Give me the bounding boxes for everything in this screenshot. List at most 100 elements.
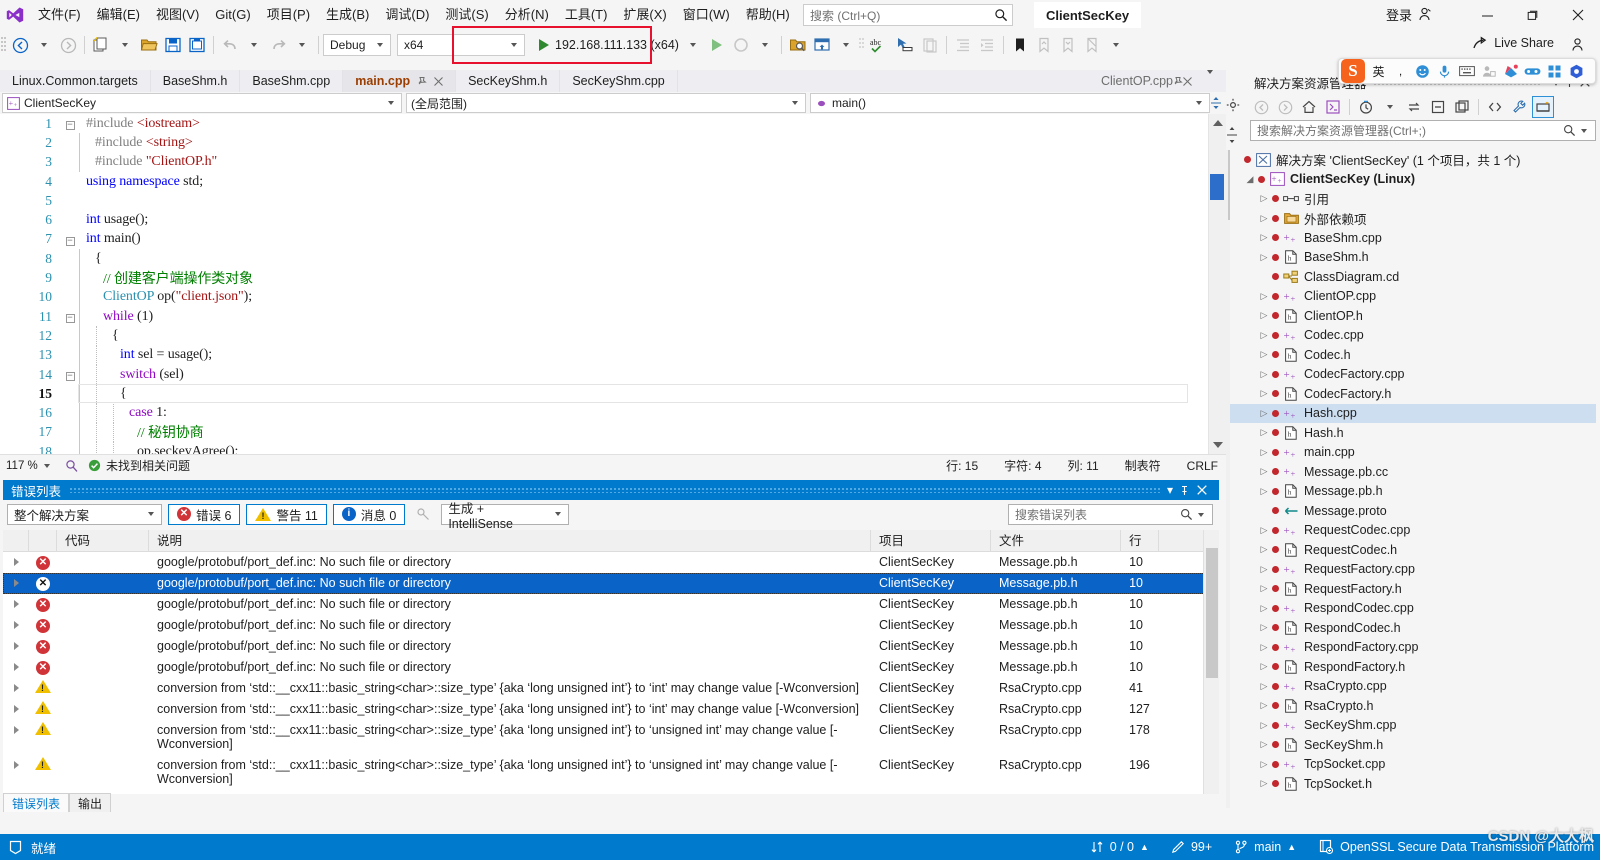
header-file[interactable]: 文件 [991, 529, 1121, 552]
error-list-row[interactable]: conversion from ‘std::__cxx11::basic_str… [3, 755, 1219, 790]
error-list-dropdown-icon[interactable]: ▾ [1161, 483, 1179, 497]
tree-node[interactable]: ▷ + + TcpSocket.cpp [1230, 755, 1596, 775]
settings-gear-icon[interactable] [1226, 98, 1246, 112]
se-back-icon[interactable] [1250, 96, 1272, 118]
ime-punctuation-icon[interactable]: , [1392, 63, 1409, 80]
ime-voice-input-icon[interactable] [1436, 63, 1453, 80]
tree-node[interactable]: ▷ + + main.cpp [1230, 443, 1596, 463]
increase-indent-button[interactable] [975, 33, 999, 57]
toolbar-overflow-button[interactable] [1104, 33, 1128, 57]
tree-node[interactable]: ▷ + + Message.pb.cc [1230, 462, 1596, 482]
navbar-project-combo[interactable]: + + ClientSecKey [2, 93, 402, 113]
pin-tab-icon[interactable] [417, 76, 427, 86]
tree-node[interactable]: ▷ h RequestCodec.h [1230, 540, 1596, 560]
toolbar-grip[interactable] [0, 35, 8, 55]
tree-expander-icon[interactable]: ▷ [1258, 291, 1270, 302]
tree-expander-icon[interactable]: ◢ [1244, 174, 1256, 185]
spell-check-button[interactable]: abc [866, 33, 892, 57]
code-editor[interactable]: 1− #include <iostream> 2 #include <string> 3… [0, 114, 1226, 454]
navigate-back-button[interactable] [8, 33, 32, 57]
se-preview-selected-items-icon[interactable] [1532, 96, 1554, 118]
dock-tab-output[interactable]: 输出 [69, 793, 112, 812]
row-expander[interactable] [3, 755, 29, 775]
new-project-dropdown[interactable] [113, 33, 137, 57]
pin-tab-icon[interactable] [1173, 76, 1183, 86]
navbar-scope-combo[interactable]: (全局范围) [406, 93, 806, 113]
tree-expander-icon[interactable]: ▷ [1258, 213, 1270, 224]
error-list-row[interactable]: ✕ google/protobuf/port_def.inc: No such f… [3, 615, 1219, 636]
fold-collapse-icon[interactable]: − [62, 368, 78, 381]
header-line[interactable]: 行 [1121, 529, 1159, 552]
se-pending-dropdown-icon[interactable] [1379, 96, 1401, 118]
sign-in-button[interactable]: 登录 [1386, 5, 1432, 24]
undo-button[interactable] [218, 33, 242, 57]
close-tab-icon[interactable] [1183, 76, 1192, 86]
header-project[interactable]: 项目 [871, 529, 991, 552]
issues-indicator[interactable]: 未找到相关问题 [88, 457, 190, 474]
solution-configuration-combo[interactable]: Debug [323, 34, 391, 56]
save-button[interactable] [161, 33, 185, 57]
quick-actions-button[interactable] [892, 33, 918, 57]
ime-tools-icon[interactable] [1524, 63, 1541, 80]
header-code[interactable]: 代码 [57, 529, 149, 552]
ime-emoji-icon[interactable] [1414, 63, 1431, 80]
code-line[interactable]: 11− while (1) [0, 307, 1208, 327]
code-line[interactable]: 12 { [0, 326, 1208, 346]
navbar-member-combo[interactable]: main() [810, 93, 1210, 113]
tree-node[interactable]: ▷ h ClientOP.h [1230, 306, 1596, 326]
tab-baseshm-h[interactable]: BaseShm.h [151, 70, 241, 92]
code-line[interactable]: 13 int sel = usage(); [0, 345, 1208, 365]
tree-expander-icon[interactable]: ▷ [1258, 466, 1270, 477]
tab-linux-common-targets[interactable]: Linux.Common.targets [0, 70, 151, 92]
se-properties-icon[interactable] [1508, 96, 1530, 118]
tree-node[interactable]: ▷ h CodecFactory.h [1230, 384, 1596, 404]
filter-settings-icon[interactable] [411, 507, 435, 522]
decrease-indent-button[interactable] [951, 33, 975, 57]
tree-node[interactable]: ▷ 外部依赖项 [1230, 209, 1596, 229]
error-list-row[interactable]: ✕ google/protobuf/port_def.inc: No such f… [3, 594, 1219, 615]
sogou-logo-icon[interactable]: S [1341, 59, 1365, 83]
branch-selector-button[interactable]: main ▲ [1234, 840, 1296, 854]
error-list-row[interactable]: ✕ google/protobuf/port_def.inc: No such f… [3, 552, 1219, 573]
tree-node[interactable]: ▷ + + RequestCodec.cpp [1230, 521, 1596, 541]
tree-expander-icon[interactable]: ▷ [1258, 427, 1270, 438]
code-line[interactable]: 6 int usage(); [0, 210, 1208, 229]
start-debug-button[interactable]: 192.168.111.133 (x64) [535, 33, 705, 57]
navigate-back-dropdown[interactable] [32, 33, 56, 57]
tree-node[interactable]: ▷ h RsaCrypto.h [1230, 696, 1596, 716]
title-drag-dots[interactable] [69, 487, 1161, 493]
build-intellisense-combo[interactable]: 生成 + IntelliSense [441, 502, 570, 531]
code-line[interactable]: 17 // 秘钥协商 [0, 422, 1208, 443]
tree-expander-icon[interactable]: ▷ [1258, 408, 1270, 419]
se-forward-icon[interactable] [1274, 96, 1296, 118]
tree-node[interactable]: ▷ h BaseShm.h [1230, 248, 1596, 268]
tree-node[interactable]: ◢ + + ClientSecKey (Linux) [1230, 170, 1596, 190]
menu-item-file[interactable]: 文件(F) [30, 0, 89, 30]
row-expander[interactable] [3, 573, 29, 593]
code-line[interactable]: 1− #include <iostream> [0, 114, 1208, 133]
error-list-row[interactable]: ✕ google/protobuf/port_def.inc: No such f… [3, 636, 1219, 657]
tree-node[interactable]: ▷ h TcpSocket.h [1230, 774, 1596, 794]
open-file-button[interactable] [137, 33, 161, 57]
se-view-code-icon[interactable] [1484, 96, 1506, 118]
tree-expander-icon[interactable]: ▷ [1258, 564, 1270, 575]
se-pending-changes-icon[interactable] [1355, 96, 1377, 118]
row-expander[interactable] [3, 678, 29, 698]
error-list-rows[interactable]: ✕ google/protobuf/port_def.inc: No such f… [3, 552, 1219, 790]
menu-item-extensions[interactable]: 扩展(X) [615, 0, 674, 30]
code-line[interactable]: 14− switch (sel) [0, 365, 1208, 385]
scroll-down-arrow-icon[interactable] [1213, 442, 1223, 448]
undo-dropdown[interactable] [242, 33, 266, 57]
source-control-sync-button[interactable]: 0 / 0 ▲ [1090, 840, 1149, 854]
attach-process-button[interactable] [729, 33, 753, 57]
menu-item-view[interactable]: 视图(V) [148, 0, 207, 30]
tree-node[interactable]: ▷ + + SecKeyShm.cpp [1230, 716, 1596, 736]
code-line[interactable]: 18 op.seckeyAgree(); [0, 442, 1208, 454]
row-expander[interactable] [3, 720, 29, 740]
tree-node[interactable]: ▷ h RequestFactory.h [1230, 579, 1596, 599]
tree-expander-icon[interactable]: ▷ [1258, 720, 1270, 731]
se-home-icon[interactable] [1298, 96, 1320, 118]
row-expander[interactable] [3, 594, 29, 614]
tab-overflow-dropdown[interactable] [1200, 70, 1226, 88]
feedback-person-icon[interactable] [1566, 33, 1590, 57]
